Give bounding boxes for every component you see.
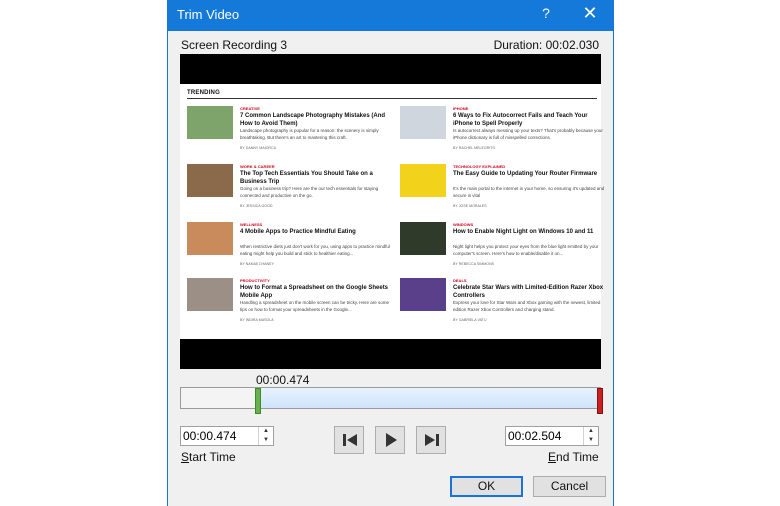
- playhead-time: 00:00.474: [256, 373, 310, 387]
- article-author: BY JOSE MORALES: [453, 204, 487, 208]
- end-time-input[interactable]: [508, 429, 580, 443]
- article-category: IPHONE: [453, 106, 469, 111]
- previous-frame-icon: [343, 434, 357, 446]
- dialog-title: Trim Video: [177, 7, 240, 22]
- end-trim-handle[interactable]: [597, 388, 603, 414]
- article-description: It's the main portal to the internet in …: [453, 186, 605, 198]
- article-category: CREATIVE: [240, 106, 260, 111]
- article-headline: How to Format a Spreadsheet on the Googl…: [240, 285, 389, 299]
- article-headline: 6 Ways to Fix Autocorrect Fails and Teac…: [453, 113, 588, 127]
- end-time-down-arrow-icon[interactable]: ▼: [584, 436, 598, 445]
- article-card[interactable]: WELLNESS 4 Mobile Apps to Practice Mindfu…: [187, 222, 392, 282]
- start-trim-handle[interactable]: [255, 388, 261, 414]
- trim-video-dialog: Trim Video ? ✕ Screen Recording 3 Durati…: [167, 0, 614, 506]
- video-frame: TRENDING CREATIVE 7 Common Landscape Phot…: [180, 84, 604, 339]
- start-time-field[interactable]: ▲ ▼: [180, 426, 274, 446]
- clip-name: Screen Recording 3: [181, 38, 288, 52]
- article-card[interactable]: WINDOWS How to Enable Night Light on Wind…: [400, 222, 605, 282]
- end-time-up-arrow-icon[interactable]: ▲: [584, 427, 598, 436]
- article-thumbnail: [400, 278, 446, 311]
- article-category: WELLNESS: [240, 222, 263, 227]
- article-card[interactable]: PRODUCTIVITY How to Format a Spreadsheet …: [187, 278, 392, 338]
- article-author: BY RACHEL MELEGRITO: [453, 146, 496, 150]
- article-thumbnail: [187, 164, 233, 197]
- article-headline: 7 Common Landscape Photography Mistakes …: [240, 113, 386, 127]
- article-card[interactable]: WORK & CAREER The Top Tech Essentials You…: [187, 164, 392, 224]
- article-card[interactable]: CREATIVE 7 Common Landscape Photography M…: [187, 106, 392, 166]
- article-description: Night light helps you protect your eyes …: [453, 244, 599, 256]
- article-author: BY GABRIELA VATU: [453, 318, 487, 322]
- article-card[interactable]: TECHNOLOGY EXPLAINED The Easy Guide to Up…: [400, 164, 605, 224]
- close-button[interactable]: ✕: [579, 3, 601, 24]
- article-description: Landscape photography is popular for a r…: [240, 128, 379, 140]
- article-thumbnail: [400, 164, 446, 197]
- article-thumbnail: [187, 106, 233, 139]
- clip-duration: Duration: 00:02.030: [493, 38, 599, 52]
- article-description: Handling a spreadsheet on the mobile scr…: [240, 300, 389, 312]
- title-bar: Trim Video ? ✕: [168, 0, 613, 31]
- article-headline: Celebrate Star Wars with Limited-Edition…: [453, 285, 604, 299]
- play-button[interactable]: [375, 426, 405, 454]
- start-time-input[interactable]: [183, 429, 255, 443]
- play-icon: [386, 433, 397, 447]
- article-description: Is autocorrect always messing up your te…: [453, 128, 603, 140]
- article-thumbnail: [187, 222, 233, 255]
- trending-heading: TRENDING: [187, 90, 220, 96]
- article-thumbnail: [400, 222, 446, 255]
- article-headline: 4 Mobile Apps to Practice Mindful Eating: [240, 229, 356, 235]
- article-category: DEALS: [453, 278, 467, 283]
- article-category: WORK & CAREER: [240, 164, 275, 169]
- article-author: BY REBECCA SIMMONS: [453, 262, 495, 266]
- article-headline: The Top Tech Essentials You Should Take …: [240, 171, 373, 185]
- previous-frame-button[interactable]: [334, 426, 364, 454]
- article-thumbnail: [187, 278, 233, 311]
- article-card[interactable]: DEALS Celebrate Star Wars with Limited-Ed…: [400, 278, 605, 338]
- trim-timeline[interactable]: [180, 387, 603, 414]
- article-description: Going on a business trip? Here are the o…: [240, 186, 379, 198]
- ok-button[interactable]: OK: [450, 476, 523, 497]
- article-description: Express your love for Star Wars and Xbox…: [453, 300, 601, 312]
- next-frame-button[interactable]: [416, 426, 446, 454]
- article-thumbnail: [400, 106, 446, 139]
- start-time-down-arrow-icon[interactable]: ▼: [259, 436, 273, 445]
- trim-selection: [258, 388, 602, 408]
- article-category: WINDOWS: [453, 222, 474, 227]
- article-card[interactable]: IPHONE 6 Ways to Fix Autocorrect Fails an…: [400, 106, 605, 166]
- end-time-label: End Time: [548, 450, 599, 464]
- article-author: BY NAKAB CHANEY: [240, 262, 274, 266]
- article-headline: How to Enable Night Light on Windows 10 …: [453, 229, 594, 235]
- next-frame-icon: [425, 434, 439, 446]
- help-button[interactable]: ?: [536, 5, 556, 21]
- article-category: PRODUCTIVITY: [240, 278, 270, 283]
- start-time-up-arrow-icon[interactable]: ▲: [259, 427, 273, 436]
- cancel-button[interactable]: Cancel: [533, 476, 606, 497]
- trending-divider: [187, 98, 597, 99]
- article-headline: The Easy Guide to Updating Your Router F…: [453, 171, 598, 177]
- article-description: When restrictive diets just don't work f…: [240, 244, 390, 256]
- end-time-field[interactable]: ▲ ▼: [505, 426, 599, 446]
- start-time-label: Start Time: [181, 450, 236, 464]
- article-author: BY JESSICA GOOD: [240, 204, 273, 208]
- video-preview: TRENDING CREATIVE 7 Common Landscape Phot…: [180, 54, 604, 369]
- article-author: BY DANNY MAIORCA: [240, 146, 277, 150]
- article-author: BY INDIRA MASOLA: [240, 318, 274, 322]
- article-category: TECHNOLOGY EXPLAINED: [453, 164, 506, 169]
